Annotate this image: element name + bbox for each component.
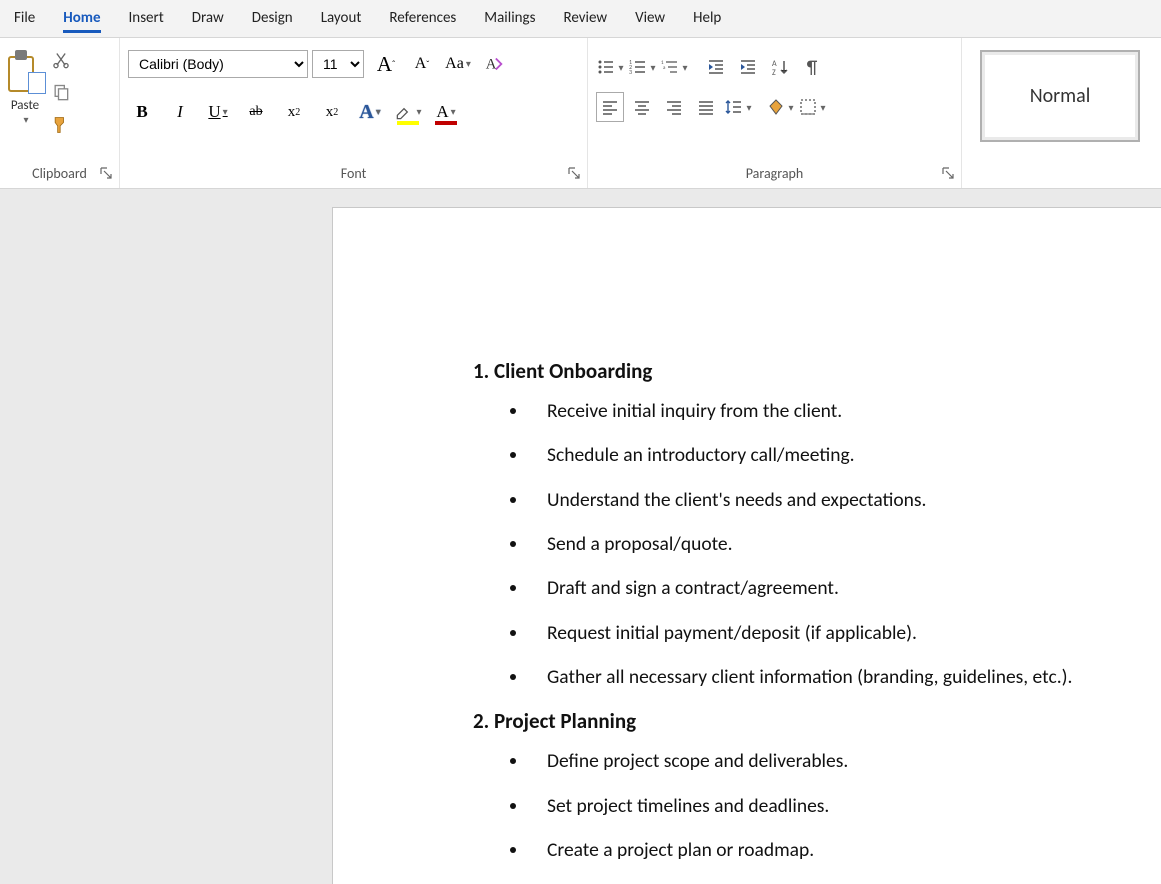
font-color-button[interactable]: A ▾ xyxy=(432,98,460,126)
section-heading[interactable]: 2. Project Planning xyxy=(473,708,1151,734)
bullet-list[interactable]: Define project scope and deliverables. Se… xyxy=(473,748,1151,863)
clipboard-dialog-launcher[interactable] xyxy=(99,166,113,180)
underline-button[interactable]: U ▾ xyxy=(204,98,232,126)
clipboard-paste-icon xyxy=(8,50,42,92)
strikethrough-button[interactable]: ab xyxy=(242,98,270,126)
menu-bar: FileHomeInsertDrawDesignLayoutReferences… xyxy=(0,0,1161,37)
chevron-down-icon: ▾ xyxy=(23,113,28,126)
menu-review[interactable]: Review xyxy=(549,1,621,37)
list-item[interactable]: Schedule an introductory call/meeting. xyxy=(529,442,1151,468)
show-hide-paragraph-button[interactable]: ¶ xyxy=(798,52,826,82)
section-heading[interactable]: 1. Client Onboarding xyxy=(473,358,1151,384)
line-spacing-button[interactable]: ▾ xyxy=(724,92,752,122)
list-item[interactable]: Request initial payment/deposit (if appl… xyxy=(529,620,1151,646)
list-item[interactable]: Create a project plan or roadmap. xyxy=(529,837,1151,863)
svg-text:3: 3 xyxy=(629,68,632,76)
bold-button[interactable]: B xyxy=(128,98,156,126)
superscript-button[interactable]: x2 xyxy=(318,98,346,126)
svg-text:Z: Z xyxy=(772,68,776,77)
group-label-paragraph: Paragraph xyxy=(596,159,953,188)
grow-font-button[interactable]: Aˆ xyxy=(372,50,400,78)
align-center-button[interactable] xyxy=(628,92,656,122)
menu-help[interactable]: Help xyxy=(679,1,735,37)
paragraph-dialog-launcher[interactable] xyxy=(941,166,955,180)
list-item[interactable]: Draft and sign a contract/agreement. xyxy=(529,575,1151,601)
font-size-select[interactable]: 11 xyxy=(312,50,364,78)
multilevel-list-button[interactable]: 1a▾ xyxy=(660,52,688,82)
style-normal-button[interactable]: Normal xyxy=(980,50,1140,142)
menu-view[interactable]: View xyxy=(621,1,679,37)
svg-text:A: A xyxy=(486,57,497,73)
font-dialog-launcher[interactable] xyxy=(567,166,581,180)
document-area[interactable]: 1. Client Onboarding Receive initial inqu… xyxy=(0,189,1161,884)
menu-layout[interactable]: Layout xyxy=(307,1,376,37)
list-item[interactable]: Gather all necessary client information … xyxy=(529,664,1151,690)
highlight-color-button[interactable]: ▾ xyxy=(394,98,422,126)
ribbon-group-styles: Normal xyxy=(962,38,1161,188)
menu-home[interactable]: Home xyxy=(49,1,114,37)
text-effects-button[interactable]: A ▾ xyxy=(356,98,384,126)
increase-indent-button[interactable] xyxy=(734,52,762,82)
list-item[interactable]: Send a proposal/quote. xyxy=(529,531,1151,557)
list-item[interactable]: Set project timelines and deadlines. xyxy=(529,793,1151,819)
menu-draw[interactable]: Draw xyxy=(178,1,238,37)
paste-label: Paste xyxy=(11,98,39,113)
ribbon-group-font: Calibri (Body) 11 Aˆ Aˇ Aa ▾ A B I U ▾ xyxy=(120,38,588,188)
style-normal-label: Normal xyxy=(1030,84,1091,108)
group-label-font: Font xyxy=(128,159,579,188)
format-painter-button[interactable] xyxy=(48,112,74,138)
align-right-button[interactable] xyxy=(660,92,688,122)
justify-button[interactable] xyxy=(692,92,720,122)
menu-mailings[interactable]: Mailings xyxy=(470,1,549,37)
menu-design[interactable]: Design xyxy=(238,1,307,37)
svg-text:a: a xyxy=(663,65,666,71)
document-page[interactable]: 1. Client Onboarding Receive initial inqu… xyxy=(332,207,1161,884)
group-label-clipboard: Clipboard xyxy=(8,159,111,188)
decrease-indent-button[interactable] xyxy=(702,52,730,82)
list-item[interactable]: Understand the client's needs and expect… xyxy=(529,487,1151,513)
cut-button[interactable] xyxy=(48,48,74,74)
numbering-button[interactable]: 123▾ xyxy=(628,52,656,82)
menu-references[interactable]: References xyxy=(375,1,470,37)
list-item[interactable]: Define project scope and deliverables. xyxy=(529,748,1151,774)
shading-button[interactable]: ▾ xyxy=(766,92,794,122)
ribbon: Paste ▾ Clipboard xyxy=(0,37,1161,189)
ribbon-group-paragraph: ▾ 123▾ 1a▾ AZ ¶ ▾ ▾ ▾ Paragraph xyxy=(588,38,962,188)
font-name-select[interactable]: Calibri (Body) xyxy=(128,50,308,78)
paste-button[interactable]: Paste ▾ xyxy=(8,44,42,126)
align-left-button[interactable] xyxy=(596,92,624,122)
clear-formatting-button[interactable]: A xyxy=(480,50,508,78)
shrink-font-button[interactable]: Aˇ xyxy=(408,50,436,78)
borders-button[interactable]: ▾ xyxy=(798,92,826,122)
sort-button[interactable]: AZ xyxy=(766,52,794,82)
menu-file[interactable]: File xyxy=(0,1,49,37)
change-case-button[interactable]: Aa ▾ xyxy=(444,50,472,78)
bullets-button[interactable]: ▾ xyxy=(596,52,624,82)
subscript-button[interactable]: x2 xyxy=(280,98,308,126)
bullet-list[interactable]: Receive initial inquiry from the client.… xyxy=(473,398,1151,690)
copy-button[interactable] xyxy=(48,80,74,106)
ribbon-group-clipboard: Paste ▾ Clipboard xyxy=(0,38,120,188)
italic-button[interactable]: I xyxy=(166,98,194,126)
list-item[interactable]: Receive initial inquiry from the client. xyxy=(529,398,1151,424)
menu-insert[interactable]: Insert xyxy=(115,1,178,37)
